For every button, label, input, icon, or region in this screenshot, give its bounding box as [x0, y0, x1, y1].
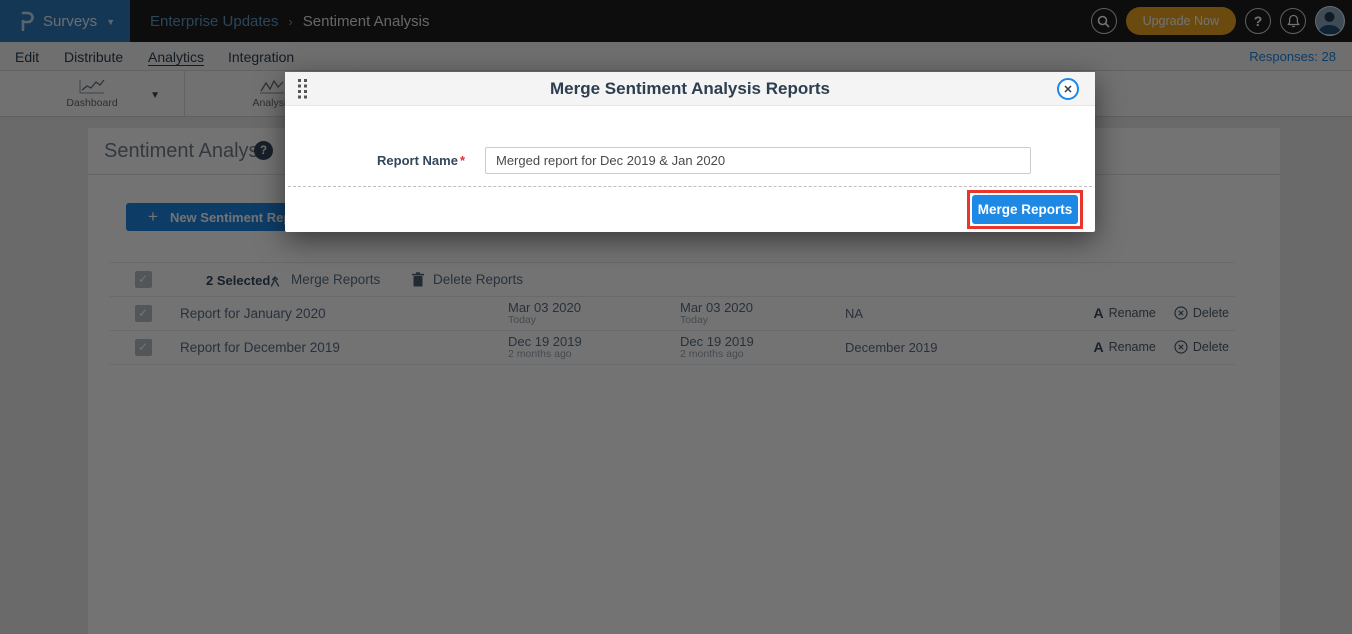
close-icon: ✕ — [1063, 83, 1072, 96]
modal-close-button[interactable]: ✕ — [1057, 78, 1079, 100]
annotation-highlight: Merge Reports — [967, 190, 1083, 229]
modal-header: Merge Sentiment Analysis Reports ✕ — [285, 72, 1095, 106]
label-text: Report Name — [377, 153, 458, 168]
report-name-input[interactable] — [485, 147, 1031, 174]
required-marker: * — [460, 153, 465, 168]
modal-title: Merge Sentiment Analysis Reports — [285, 79, 1095, 99]
merge-reports-button[interactable]: Merge Reports — [972, 195, 1078, 224]
app-screen: Surveys ▼ Enterprise Updates › Sentiment… — [0, 0, 1352, 634]
report-name-label: Report Name* — [285, 153, 465, 168]
merge-reports-modal: Merge Sentiment Analysis Reports ✕ Repor… — [285, 72, 1095, 232]
footer-divider — [288, 186, 1092, 187]
